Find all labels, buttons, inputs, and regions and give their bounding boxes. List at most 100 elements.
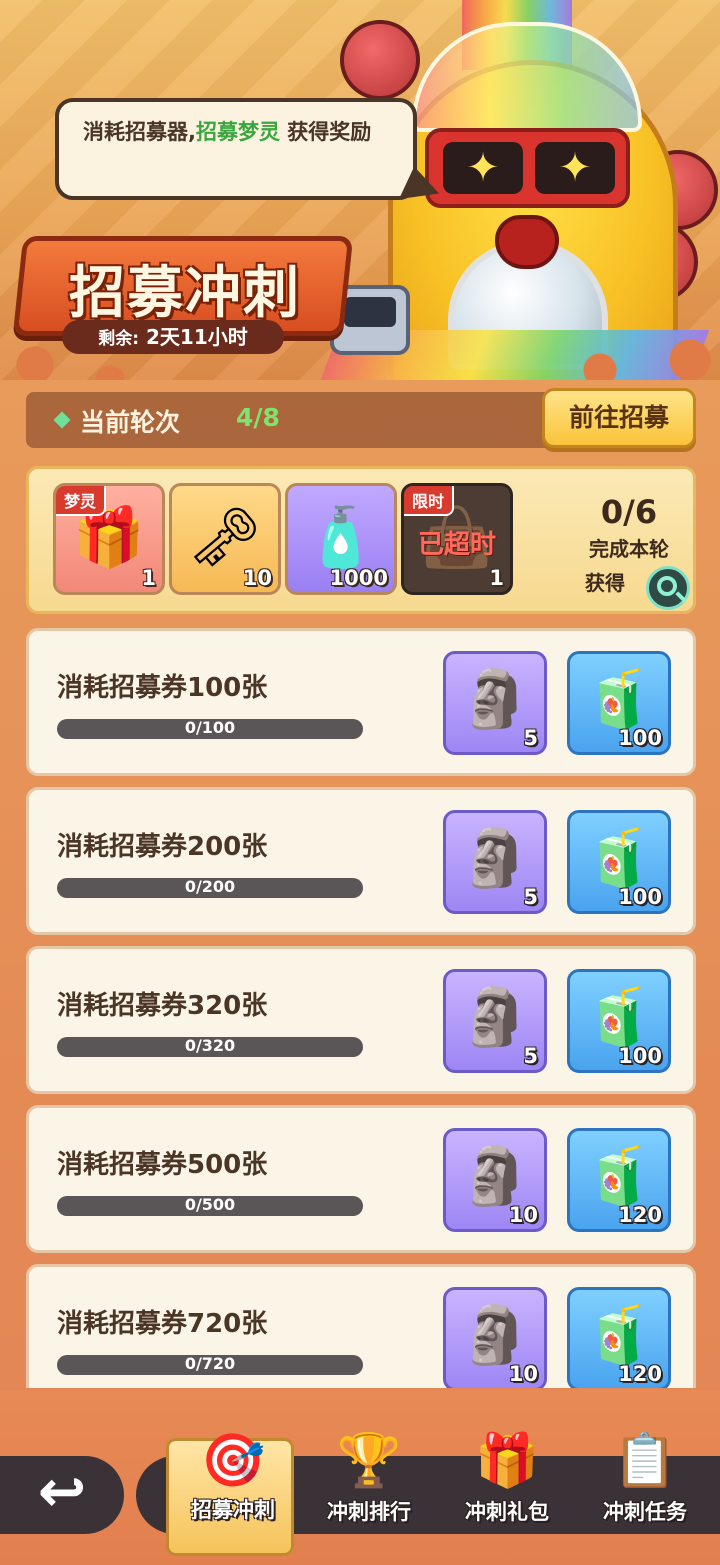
bubble-highlight: 招募梦灵 — [195, 120, 280, 144]
back-button[interactable]: ↩ — [0, 1456, 124, 1534]
reward-spirit-statue[interactable]: 🗿 5 — [443, 969, 547, 1073]
task-list[interactable]: 消耗招募券100张 0/100 🗿 5 🧃 100 消耗招募券200张 0/20… — [26, 628, 696, 1388]
spirit-statue-icon: 🗿 — [460, 985, 530, 1051]
task-progress-bar: 0/320 — [57, 1036, 363, 1057]
remaining-value: 2天11小时 — [146, 325, 248, 349]
task-progress-bar: 0/200 — [57, 877, 363, 898]
robot-arm-left-icon — [340, 20, 420, 100]
slot-count: 1000 — [329, 566, 388, 590]
speech-bubble: 消耗招募器,招募梦灵 获得奖励 — [55, 98, 446, 214]
task-progress-text: 0/720 — [184, 1354, 236, 1373]
star-eye-icon: ✦ — [443, 142, 523, 194]
task-row: 消耗招募券320张 0/320 🗿 5 🧃 100 — [26, 946, 696, 1094]
clipboard-icon: 📋 — [612, 1431, 678, 1491]
spirit-statue-icon: 🗿 — [460, 667, 530, 733]
potion-bottle-icon: 🧃 — [584, 667, 654, 733]
robot-glasses: ✦ ✦ — [425, 128, 630, 208]
reward-count: 120 — [618, 1362, 662, 1386]
round-label: 当前轮次 — [80, 408, 181, 437]
round-progress: 0/6 — [600, 493, 658, 531]
task-progress-bar: 0/500 — [57, 1195, 363, 1216]
task-title: 消耗招募券720张 — [57, 1309, 268, 1339]
potion-bottle-icon: 🧃 — [584, 1303, 654, 1369]
reward-count: 5 — [523, 726, 538, 750]
reward-potion-bottle[interactable]: 🧃 120 — [567, 1287, 671, 1388]
bubble-text-end: 获得奖励 — [279, 120, 372, 144]
back-arrow-icon: ↩ — [37, 1457, 87, 1525]
round-progress-label: 完成本轮 — [589, 537, 669, 561]
reward-slot-gift-bag[interactable]: 👜 限时 已超时 1 — [401, 483, 513, 595]
reward-spirit-statue[interactable]: 🗿 10 — [443, 1128, 547, 1232]
remaining-label: 剩余: — [98, 329, 140, 349]
task-progress-text: 0/320 — [184, 1036, 236, 1055]
reward-count: 10 — [508, 1362, 538, 1386]
magnifier-icon[interactable] — [646, 566, 690, 610]
round-reward-panel: 🎁 梦灵 1 🗝 10 🧴 1000 👜 限时 已超时 1 0/6 完成本轮 获… — [26, 466, 696, 614]
obtain-label: 获得 — [585, 571, 625, 595]
robot-mouth — [495, 215, 559, 269]
tab-sprint-tasks[interactable]: 📋 冲刺任务 — [578, 1430, 712, 1530]
potion-bottle-icon: 🧃 — [584, 1144, 654, 1210]
tab-sprint-gift[interactable]: 🎁 冲刺礼包 — [440, 1430, 574, 1530]
expired-label: 已超时 — [417, 530, 496, 560]
remaining-time: 剩余: 2天11小时 — [62, 320, 284, 354]
star-key-icon: 🗝 — [188, 503, 262, 572]
potion-bottle-icon: 🧃 — [584, 985, 654, 1051]
task-progress-bar: 0/720 — [57, 1354, 363, 1375]
reward-count: 120 — [618, 1203, 662, 1227]
slot-tag: 梦灵 — [56, 486, 107, 516]
goto-recruit-button[interactable]: 前往招募 — [542, 388, 696, 448]
task-title: 消耗招募券100张 — [57, 673, 268, 703]
bubble-text: 消耗招募器, — [83, 120, 196, 144]
diamond-icon — [53, 411, 71, 429]
trophy-icon: 🏆 — [336, 1431, 402, 1491]
slot-count: 1 — [489, 566, 504, 590]
event-title: 招募冲刺 — [69, 261, 301, 326]
reward-count: 5 — [523, 885, 538, 909]
slot-count: 1 — [141, 566, 156, 590]
reward-spirit-statue[interactable]: 🗿 5 — [443, 810, 547, 914]
reward-count: 100 — [618, 726, 662, 750]
reward-potion-bottle[interactable]: 🧃 100 — [567, 651, 671, 755]
reward-potion-bottle[interactable]: 🧃 120 — [567, 1128, 671, 1232]
slot-count: 10 — [242, 566, 272, 590]
tab-label: 冲刺任务 — [603, 1500, 687, 1524]
reward-potion-bottle[interactable]: 🧃 100 — [567, 969, 671, 1073]
tab-label: 招募冲刺 — [191, 1498, 275, 1522]
task-progress-text: 0/200 — [184, 877, 236, 896]
spirit-statue-icon: 🗿 — [460, 1144, 530, 1210]
reward-slot-rainbow-bottle[interactable]: 🧴 1000 — [285, 483, 397, 595]
tab-label: 冲刺礼包 — [465, 1500, 549, 1524]
spirit-statue-icon: 🗿 — [460, 826, 530, 892]
task-progress-text: 0/500 — [184, 1195, 236, 1214]
reward-slot-star-key[interactable]: 🗝 10 — [169, 483, 281, 595]
task-row: 消耗招募券500张 0/500 🗿 10 🧃 120 — [26, 1105, 696, 1253]
reward-count: 5 — [523, 1044, 538, 1068]
task-row: 消耗招募券100张 0/100 🗿 5 🧃 100 — [26, 628, 696, 776]
rainbow-bottle-icon: 🧴 — [304, 503, 378, 572]
reward-potion-bottle[interactable]: 🧃 100 — [567, 810, 671, 914]
round-value: 4/8 — [236, 403, 280, 432]
task-row: 消耗招募券200张 0/200 🗿 5 🧃 100 — [26, 787, 696, 935]
task-title: 消耗招募券200张 — [57, 832, 268, 862]
reward-count: 100 — [618, 1044, 662, 1068]
task-title: 消耗招募券320张 — [57, 991, 268, 1021]
task-title: 消耗招募券500张 — [57, 1150, 268, 1180]
tab-label: 冲刺排行 — [327, 1500, 411, 1524]
limited-tag: 限时 — [404, 486, 455, 516]
reward-spirit-statue[interactable]: 🗿 5 — [443, 651, 547, 755]
task-progress-bar: 0/100 — [57, 718, 363, 739]
dartboard-icon: 🎯 — [200, 1431, 266, 1491]
tab-sprint-ranking[interactable]: 🏆 冲刺排行 — [302, 1430, 436, 1530]
tab-recruit-sprint[interactable]: 🎯 招募冲刺 — [166, 1430, 300, 1556]
reward-count: 100 — [618, 885, 662, 909]
task-progress-text: 0/100 — [184, 718, 236, 737]
potion-bottle-icon: 🧃 — [584, 826, 654, 892]
star-eye-icon: ✦ — [535, 142, 615, 194]
task-row: 消耗招募券720张 0/720 🗿 10 🧃 120 — [26, 1264, 696, 1388]
spirit-statue-icon: 🗿 — [460, 1303, 530, 1369]
reward-slot-mystery-chest[interactable]: 🎁 梦灵 1 — [53, 483, 165, 595]
reward-count: 10 — [508, 1203, 538, 1227]
reward-spirit-statue[interactable]: 🗿 10 — [443, 1287, 547, 1388]
gift-box-icon: 🎁 — [474, 1431, 540, 1491]
